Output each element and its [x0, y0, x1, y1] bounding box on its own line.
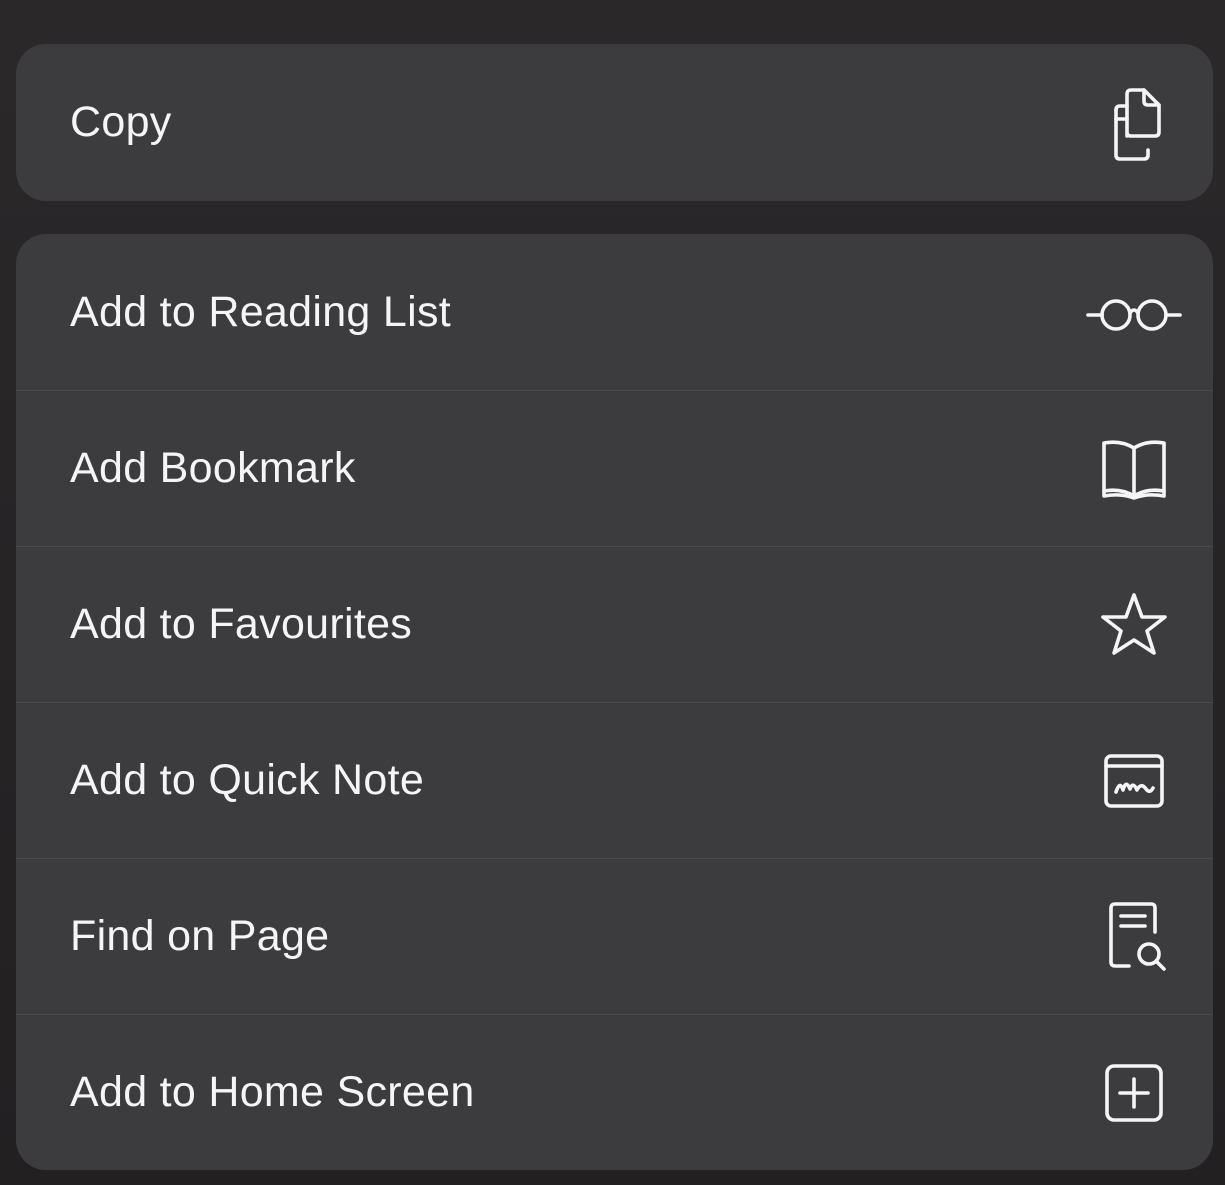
share-sheet-menu: Copy Add to Reading List Add Bookmark Ad… [0, 0, 1225, 1185]
add-to-reading-list-label: Add to Reading List [70, 287, 452, 336]
copy-label: Copy [70, 98, 172, 146]
add-square-icon [1099, 1058, 1169, 1128]
copy-icon [1099, 87, 1169, 161]
add-to-favourites-label: Add to Favourites [70, 600, 413, 648]
add-to-quick-note-label: Add to Quick Note [70, 756, 425, 804]
add-to-favourites-button[interactable]: Add to Favourites [16, 546, 1213, 702]
add-bookmark-button[interactable]: Add Bookmark [16, 390, 1213, 546]
add-to-reading-list-button[interactable]: Add to Reading List [16, 234, 1213, 390]
page-action-group: Add to Reading List Add Bookmark Add to … [16, 234, 1213, 1170]
find-on-page-icon [1099, 901, 1169, 972]
copy-action-group: Copy [16, 44, 1213, 201]
copy-button[interactable]: Copy [16, 44, 1213, 201]
book-icon [1099, 434, 1169, 504]
star-icon [1099, 590, 1169, 660]
find-on-page-label: Find on Page [70, 912, 330, 960]
add-to-home-screen-label: Add to Home Screen [70, 1068, 475, 1116]
add-bookmark-label: Add Bookmark [70, 444, 356, 492]
add-to-home-screen-button[interactable]: Add to Home Screen [16, 1014, 1213, 1170]
add-to-quick-note-button[interactable]: Add to Quick Note [16, 702, 1213, 858]
glasses-icon [1086, 277, 1182, 347]
find-on-page-button[interactable]: Find on Page [16, 858, 1213, 1014]
quick-note-icon [1099, 746, 1169, 816]
